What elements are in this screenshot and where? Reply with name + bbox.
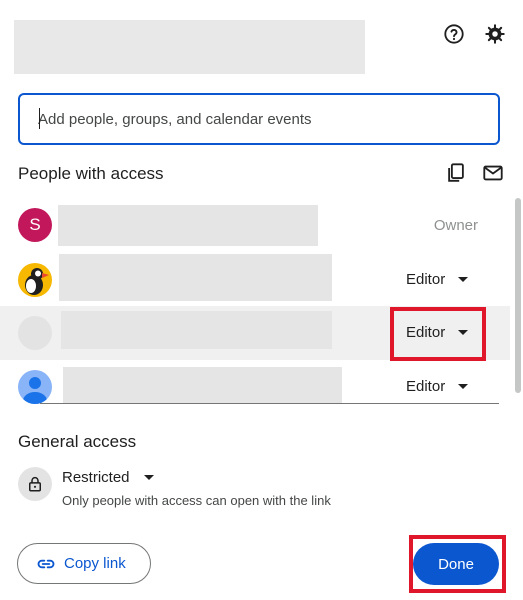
avatar <box>18 316 52 350</box>
done-label: Done <box>438 555 474 573</box>
puffin-avatar-icon <box>18 263 52 297</box>
owner-role-label: Owner <box>433 217 478 234</box>
add-people-input[interactable] <box>18 93 500 145</box>
lock-icon <box>18 467 52 501</box>
person-row-owner: S Owner <box>0 198 510 252</box>
done-button[interactable]: Done <box>413 543 499 585</box>
text-caret <box>39 108 40 129</box>
role-label: Editor <box>406 270 446 288</box>
scrollbar[interactable] <box>515 198 521 393</box>
general-access-title: General access <box>18 432 137 451</box>
role-dropdown[interactable]: Editor <box>398 315 482 349</box>
person-row-editor-2[interactable]: Editor <box>0 306 510 360</box>
help-icon[interactable] <box>442 22 466 46</box>
role-dropdown[interactable]: Editor <box>398 262 482 296</box>
person-row-editor-1: Editor <box>0 252 510 306</box>
avatar: S <box>18 208 52 242</box>
dropdown-arrow-icon <box>458 383 469 389</box>
list-divider <box>40 403 499 404</box>
default-person-avatar-icon <box>18 370 52 404</box>
people-with-access-title: People with access <box>18 164 164 183</box>
settings-gear-icon[interactable] <box>483 22 507 46</box>
dropdown-arrow-icon <box>143 474 154 480</box>
link-icon <box>37 559 55 568</box>
copy-emails-icon[interactable] <box>445 162 467 184</box>
redacted-person-name <box>58 205 318 246</box>
redacted-person-name <box>63 367 342 403</box>
role-label: Editor <box>406 323 446 341</box>
person-row-editor-3: Editor <box>0 360 510 404</box>
redacted-person-name <box>61 311 332 349</box>
copy-link-button[interactable]: Copy link <box>17 543 151 584</box>
dropdown-arrow-icon <box>458 276 469 282</box>
dropdown-arrow-icon <box>458 329 469 335</box>
general-access-dropdown[interactable]: Restricted <box>62 466 154 488</box>
people-list: S Owner Editor Editor Editor <box>0 198 510 404</box>
redacted-file-title <box>14 20 365 74</box>
redacted-person-name <box>59 254 332 301</box>
role-label: Editor <box>406 377 446 395</box>
role-dropdown[interactable]: Editor <box>398 369 482 403</box>
copy-link-label: Copy link <box>64 555 126 572</box>
general-access-setting: Restricted <box>62 468 130 486</box>
general-access-description: Only people with access can open with th… <box>62 493 331 508</box>
email-people-icon[interactable] <box>482 162 504 184</box>
